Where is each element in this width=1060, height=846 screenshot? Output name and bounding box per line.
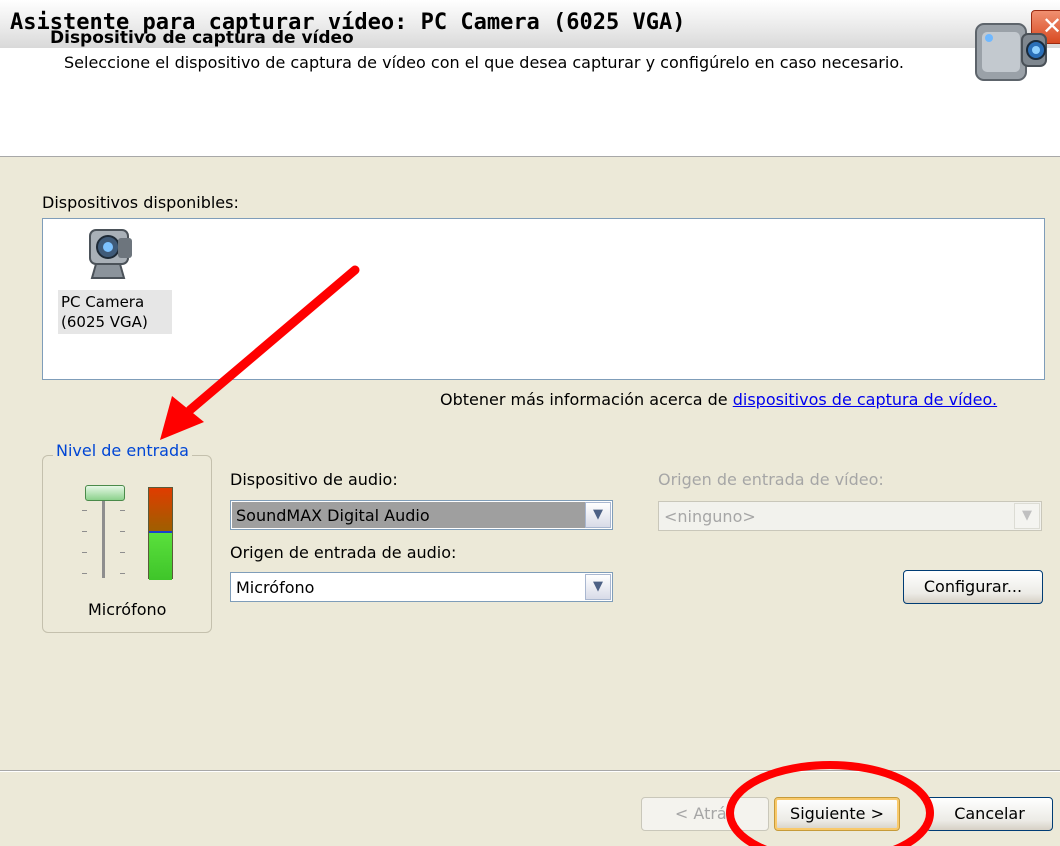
video-input-label: Origen de entrada de vídeo:: [658, 470, 884, 489]
slider-tick: [82, 573, 87, 574]
slider-tick: [82, 531, 87, 532]
input-source-label: Micrófono: [88, 600, 167, 619]
slider-tick: [120, 573, 125, 574]
more-info-text: Obtener más información acerca de: [440, 390, 733, 409]
input-level-title: Nivel de entrada: [53, 441, 192, 460]
more-info-link[interactable]: dispositivos de captura de vídeo.: [733, 390, 997, 409]
video-input-value: <ninguno>: [664, 507, 756, 526]
audio-input-label: Origen de entrada de audio:: [230, 543, 457, 562]
device-name: PC Camera (6025 VGA): [58, 290, 172, 334]
arrow-head-icon: [160, 396, 204, 440]
slider-tick: [82, 552, 87, 553]
slider-tick: [82, 510, 87, 511]
audio-input-select[interactable]: Micrófono ▼: [230, 572, 613, 602]
level-meter-fill: [149, 531, 172, 580]
chevron-down-icon: ▼: [1014, 503, 1040, 529]
audio-device-label: Dispositivo de audio:: [230, 470, 398, 489]
level-slider-thumb[interactable]: [85, 485, 125, 501]
audio-device-select[interactable]: SoundMAX Digital Audio ▼: [230, 500, 613, 530]
audio-input-value: Micrófono: [236, 578, 315, 597]
back-button: < Atrás: [641, 797, 769, 831]
devices-label: Dispositivos disponibles:: [42, 193, 239, 212]
chevron-down-icon[interactable]: ▼: [585, 574, 611, 600]
device-list[interactable]: [42, 218, 1045, 380]
configure-button[interactable]: Configurar...: [903, 570, 1043, 604]
chevron-down-icon[interactable]: ▼: [585, 502, 611, 528]
cancel-button[interactable]: Cancelar: [926, 797, 1053, 831]
slider-tick: [120, 510, 125, 511]
webcam-icon: [89, 229, 132, 279]
audio-device-value: SoundMAX Digital Audio: [236, 506, 430, 525]
next-button[interactable]: Siguiente >: [774, 797, 900, 831]
slider-tick: [120, 531, 125, 532]
more-info: Obtener más información acerca de dispos…: [440, 390, 997, 409]
camcorder-icon: [975, 23, 1047, 81]
page-description: Seleccione el dispositivo de captura de …: [64, 53, 904, 72]
footer-divider: [0, 770, 1060, 772]
level-slider-track[interactable]: [102, 490, 105, 578]
video-input-select: <ninguno> ▼: [658, 501, 1042, 531]
device-list-item[interactable]: PC Camera (6025 VGA): [58, 222, 172, 342]
page-title: Dispositivo de captura de vídeo: [50, 28, 354, 48]
slider-tick: [120, 552, 125, 553]
